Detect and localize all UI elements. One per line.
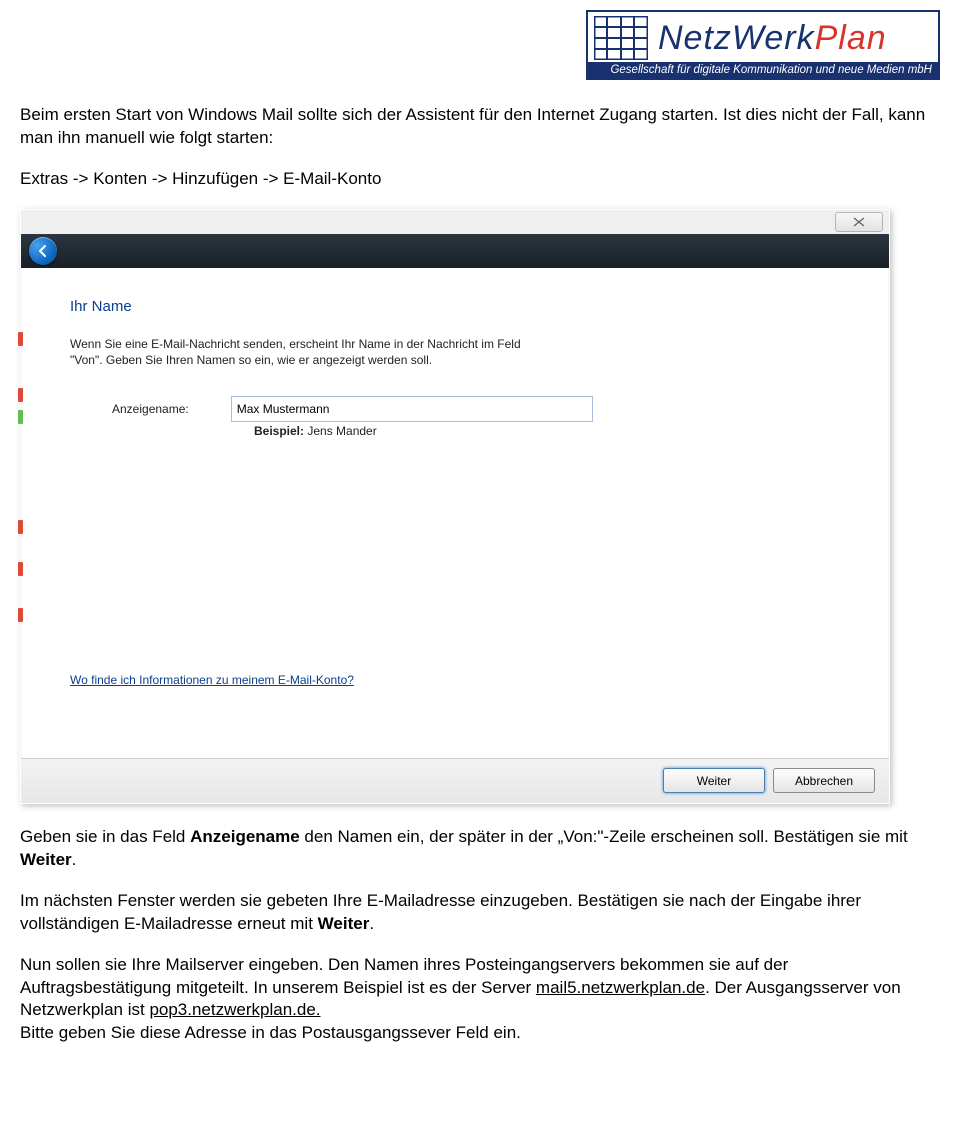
close-icon[interactable] xyxy=(835,212,883,232)
company-logo: NetzWerkPlan Gesellschaft für digitale K… xyxy=(586,10,940,80)
dialog-titlebar xyxy=(21,210,889,234)
displayname-label: Anzeigename: xyxy=(112,402,189,416)
arrow-left-icon xyxy=(36,244,50,258)
logo-subtitle: Gesellschaft für digitale Kommunikation … xyxy=(588,62,938,78)
displayname-example: Beispiel: Jens Mander xyxy=(254,424,377,438)
grid-icon xyxy=(594,16,648,60)
intro-menu-path: Extras -> Konten -> Hinzufügen -> E-Mail… xyxy=(20,168,940,191)
wizard-description: Wenn Sie eine E-Mail-Nachricht senden, e… xyxy=(70,336,550,368)
wizard-heading: Ihr Name xyxy=(70,298,132,315)
logo-name: NetzWerkPlan xyxy=(658,19,887,58)
back-button[interactable] xyxy=(29,237,57,265)
displayname-input[interactable] xyxy=(231,396,593,422)
wizard-dialog: Ihr Name Wenn Sie eine E-Mail-Nachricht … xyxy=(20,209,890,804)
dialog-footer: Weiter Abbrechen xyxy=(21,758,889,803)
dialog-nav xyxy=(21,234,889,268)
help-link[interactable]: Wo finde ich Informationen zu meinem E-M… xyxy=(70,673,354,687)
next-button[interactable]: Weiter xyxy=(663,768,765,793)
incoming-server-link: mail5.netzwerkplan.de xyxy=(536,978,705,997)
instruction-paragraph-2: Geben sie in das Feld Anzeigename den Na… xyxy=(20,826,940,872)
instruction-paragraph-4: Nun sollen sie Ihre Mailserver eingeben.… xyxy=(20,954,940,1046)
cancel-button[interactable]: Abbrechen xyxy=(773,768,875,793)
intro-paragraph-1: Beim ersten Start von Windows Mail sollt… xyxy=(20,104,940,150)
instruction-paragraph-3: Im nächsten Fenster werden sie gebeten I… xyxy=(20,890,940,936)
outgoing-server-link: pop3.netzwerkplan.de. xyxy=(149,1000,320,1019)
